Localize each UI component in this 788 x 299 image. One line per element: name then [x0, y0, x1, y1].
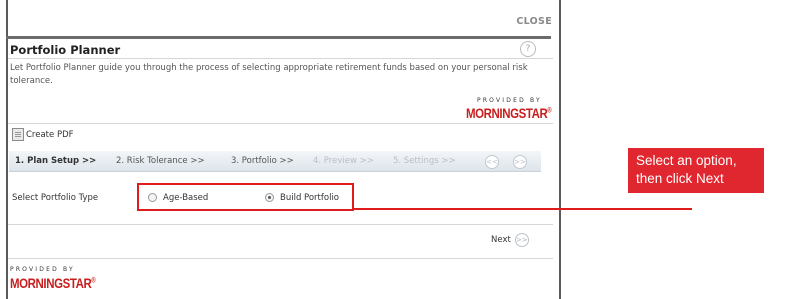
step-plan-setup[interactable]: 1. Plan Setup >>	[15, 156, 96, 166]
step-portfolio[interactable]: 3. Portfolio >>	[231, 156, 294, 166]
callout-line-1: Select an option,	[636, 153, 737, 168]
title-bar-rule	[6, 36, 551, 39]
next-label: Next	[491, 235, 511, 245]
footer-registered-mark: ®	[91, 277, 96, 285]
callout-connector-line	[352, 208, 692, 210]
step-risk-tolerance[interactable]: 2. Risk Tolerance >>	[116, 156, 205, 166]
portfolio-type-radio-group: Age-Based Build Portfolio	[137, 183, 354, 211]
step-settings: 5. Settings >>	[393, 156, 456, 166]
title-divider	[8, 58, 553, 59]
next-button[interactable]: Next >>	[491, 233, 529, 247]
step-prev-icon[interactable]: <<	[485, 155, 499, 169]
pdf-document-icon	[12, 128, 24, 141]
footer-divider	[8, 258, 553, 259]
callout-line-2: then click Next	[636, 170, 724, 186]
build-portfolio-radio[interactable]	[265, 193, 274, 202]
logo-divider	[8, 123, 553, 124]
morningstar-logo: MORNINGSTAR®	[466, 105, 552, 121]
close-row: CLOSE	[6, 12, 555, 36]
next-arrow-icon: >>	[514, 233, 529, 247]
close-button[interactable]: CLOSE	[516, 16, 552, 27]
description-text: Let Portfolio Planner guide you through …	[10, 63, 528, 86]
age-based-label[interactable]: Age-Based	[163, 193, 208, 203]
form-divider	[8, 224, 553, 225]
provided-by-label: PROVIDED BY	[477, 97, 542, 104]
footer-provided-by-label: PROVIDED BY	[10, 266, 75, 273]
registered-mark: ®	[547, 107, 552, 115]
age-based-radio[interactable]	[148, 193, 157, 202]
portfolio-type-label: Select Portfolio Type	[12, 193, 99, 203]
footer-morningstar-logo: MORNINGSTAR®	[10, 275, 96, 291]
create-pdf-button[interactable]: Create PDF	[12, 128, 74, 141]
dialog-title: Portfolio Planner	[10, 43, 121, 57]
footer-morningstar-logo-text: MORNINGSTAR	[10, 275, 92, 291]
step-preview: 4. Preview >>	[313, 156, 374, 166]
build-portfolio-label[interactable]: Build Portfolio	[280, 193, 339, 203]
step-navigation-bar: 1. Plan Setup >> 2. Risk Tolerance >> 3.…	[9, 151, 541, 172]
instruction-callout: Select an option, then click Next	[628, 148, 764, 193]
help-icon[interactable]: ?	[520, 41, 536, 57]
create-pdf-label: Create PDF	[26, 129, 74, 140]
morningstar-logo-text: MORNINGSTAR	[466, 105, 548, 121]
step-next-icon[interactable]: >>	[513, 155, 527, 169]
